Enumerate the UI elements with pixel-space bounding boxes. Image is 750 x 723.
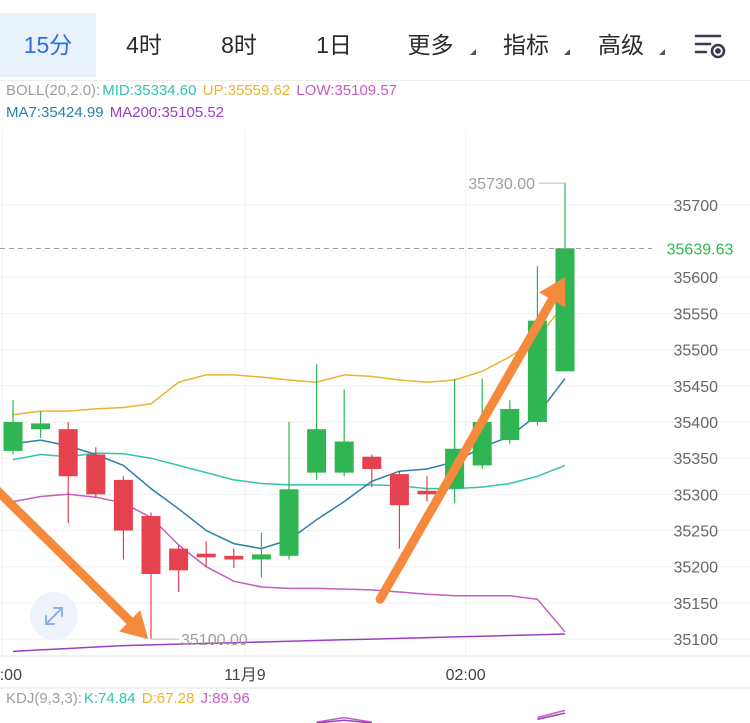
y-tick-label-6: 35400 — [674, 415, 719, 432]
y-tick-label-0: 35100 — [674, 632, 719, 649]
candle-body-9 — [251, 554, 271, 560]
expand-arrows-icon — [45, 607, 63, 625]
candle-body-1 — [31, 423, 51, 430]
y-tick-label-7: 35450 — [674, 379, 719, 396]
kdj-series-boll_low — [316, 709, 566, 723]
expand-chart-button[interactable] — [30, 592, 78, 640]
series-ma200 — [12, 633, 566, 653]
candle-body-5 — [141, 516, 161, 574]
candle-body-7 — [196, 553, 216, 558]
kdj-legend: KDJ(9,3,3): K:74.84 D:67.28 J:89.96 — [6, 690, 252, 707]
kdj-d-value: D:67.28 — [141, 690, 195, 707]
y-tick-label-3: 35250 — [674, 524, 719, 541]
candle-body-4 — [113, 479, 133, 531]
candle-body-3 — [86, 454, 106, 495]
kdj-j-value: J:89.96 — [200, 690, 250, 707]
candle-body-8 — [224, 555, 244, 560]
y-tick-label-8: 35500 — [674, 343, 719, 360]
y-tick-label-2: 35200 — [674, 560, 719, 577]
y-tick-label-10: 35600 — [674, 270, 719, 287]
x-tick-label-0: 22:00 — [0, 667, 22, 684]
y-tick-label-11: 35700 — [674, 198, 719, 215]
y-tick-label-1: 35150 — [674, 596, 719, 613]
candle-body-6 — [169, 548, 189, 571]
candle-body-18 — [500, 408, 520, 441]
candle-body-11 — [307, 429, 327, 473]
candle-body-14 — [389, 474, 409, 506]
current-price-label: 35639.63 — [667, 242, 734, 259]
candle-body-20 — [555, 248, 575, 372]
kdj-series-ma200 — [316, 712, 566, 723]
kdj-k-value: K:74.84 — [83, 690, 136, 707]
min-price-label: 35100.00 — [181, 632, 248, 649]
candle-body-15 — [417, 490, 437, 495]
candle-body-2 — [58, 429, 78, 477]
candle-body-12 — [334, 441, 354, 473]
y-tick-label-4: 35300 — [674, 487, 719, 504]
x-tick-label-1: 11月9 — [224, 667, 266, 684]
candlestick-chart[interactable]: 35100 35150 35200 35250 35300 35350 35400 35450… — [0, 0, 750, 723]
y-tick-label-9: 35550 — [674, 306, 719, 323]
y-tick-label-5: 35350 — [674, 451, 719, 468]
candle-body-10 — [279, 489, 299, 556]
max-price-label: 35730.00 — [468, 176, 535, 193]
candle-body-13 — [362, 456, 382, 470]
kdj-name: KDJ(9,3,3): — [6, 690, 82, 707]
candle-body-0 — [3, 421, 23, 451]
x-tick-label-2: 02:00 — [446, 667, 486, 684]
